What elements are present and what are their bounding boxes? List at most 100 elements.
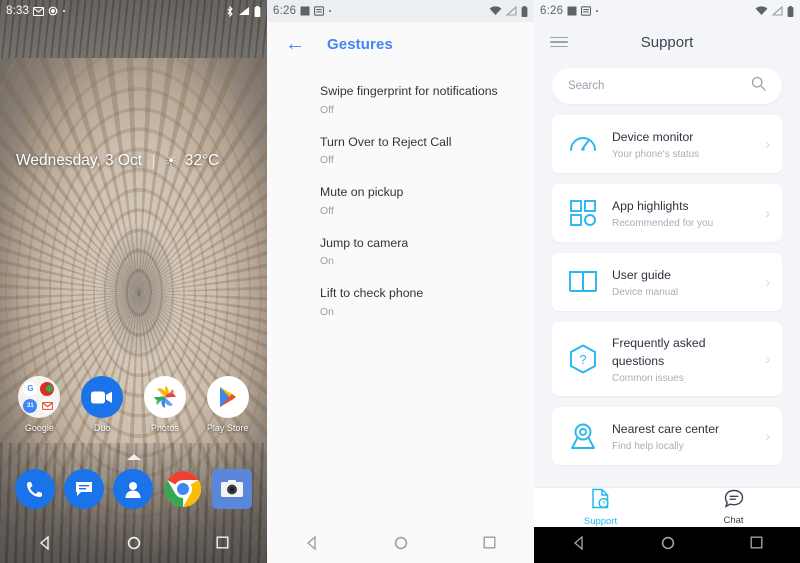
dock-icon-camera[interactable] — [212, 469, 253, 509]
gesture-title: Lift to check phone — [320, 286, 424, 301]
list-item[interactable]: Mute on pickup Off — [267, 175, 534, 226]
back-icon[interactable] — [305, 534, 319, 555]
gesture-state: Off — [320, 103, 334, 116]
back-icon[interactable] — [38, 534, 52, 555]
gesture-title: Swipe fingerprint for notifications — [320, 84, 498, 98]
chevron-right-icon: › — [765, 274, 770, 290]
status-time: 6:26 — [273, 5, 297, 17]
list-item[interactable]: Jump to camera On — [267, 226, 534, 277]
dock-icon-messages[interactable] — [64, 469, 105, 509]
gesture-state: Off — [320, 204, 334, 217]
app-label: Google — [24, 423, 54, 433]
gmail-icon — [33, 6, 45, 16]
gesture-state: On — [320, 255, 335, 268]
support-card-care-center[interactable]: Nearest care center Find help locally › — [552, 407, 782, 465]
card-subtitle: Recommended for you — [612, 218, 714, 229]
list-item[interactable]: Swipe fingerprint for notifications Off — [267, 74, 534, 125]
support-card-faq[interactable]: ? Frequently asked questions Common issu… — [552, 322, 782, 396]
app-icon-photos[interactable]: Photos — [136, 376, 194, 433]
map-pin-icon — [566, 419, 600, 453]
search-bar — [552, 68, 782, 104]
tab-chat[interactable]: Chat — [667, 488, 800, 527]
app-grid-icon — [566, 196, 600, 230]
gesture-title: Mute on pickup — [320, 185, 404, 200]
bluetooth-icon — [226, 5, 234, 17]
tab-label: Chat — [723, 515, 744, 526]
dock-icon-contacts[interactable] — [113, 469, 154, 509]
dock-icon-phone[interactable] — [14, 469, 55, 509]
battery-icon — [521, 5, 528, 17]
status-time: 6:26 — [540, 5, 564, 17]
more-dot-icon — [595, 9, 599, 13]
signal-icon — [238, 6, 250, 16]
battery-icon — [787, 5, 794, 17]
recents-icon[interactable] — [750, 536, 763, 554]
recents-icon[interactable] — [216, 536, 229, 554]
screenshot-icon — [567, 6, 577, 16]
card-subtitle: Device manual — [612, 287, 679, 298]
more-dot-icon — [328, 9, 332, 13]
recents-icon[interactable] — [483, 536, 496, 554]
gesture-title: Jump to camera — [320, 235, 409, 250]
app-label: Photos — [150, 423, 179, 433]
search-box[interactable] — [552, 68, 782, 104]
tab-label: Support — [583, 516, 618, 527]
card-subtitle: Find help locally — [612, 441, 684, 452]
card-title: User guide — [612, 268, 671, 282]
card-title: Nearest care center — [612, 422, 720, 436]
list-item[interactable]: Turn Over to Reject Call Off — [267, 125, 534, 176]
support-card-app-highlights[interactable]: App highlights Recommended for you › — [552, 184, 782, 242]
sun-icon: ☀ — [165, 153, 177, 168]
search-input[interactable] — [568, 80, 751, 92]
support-card-user-guide[interactable]: User guide Device manual › — [552, 253, 782, 311]
chevron-right-icon: › — [765, 205, 770, 221]
gestures-app-bar: ← Gestures — [267, 22, 534, 66]
page-title: Support — [640, 33, 694, 51]
app-drawer-chevron-up-icon[interactable] — [126, 454, 141, 460]
more-dot-icon — [62, 9, 66, 13]
signal-off-icon — [506, 6, 517, 16]
home-navigation-bar — [0, 527, 267, 563]
search-icon[interactable] — [751, 76, 766, 96]
wifi-icon — [489, 6, 502, 16]
support-doc-icon: ? — [591, 488, 610, 514]
card-subtitle: Common issues — [612, 373, 684, 384]
google-folder-icon: G 31 — [18, 376, 61, 418]
duo-icon — [81, 376, 124, 418]
chevron-right-icon: › — [765, 351, 770, 367]
hexagon-question-icon: ? — [566, 342, 600, 376]
tab-support[interactable]: ? Support — [534, 488, 667, 527]
home-status-bar: 8:33 — [0, 0, 267, 22]
gestures-navigation-bar — [267, 527, 534, 563]
card-title: Frequently asked questions — [612, 336, 706, 368]
sim-icon — [581, 6, 592, 16]
status-time: 8:33 — [6, 5, 30, 17]
back-arrow-icon[interactable]: ← — [285, 34, 305, 54]
card-title: Device monitor — [612, 130, 694, 144]
home-app-row: G 31 Google Duo Photos Play Store — [0, 376, 267, 433]
support-card-list: Device monitor Your phone's status › App… — [552, 115, 782, 487]
support-app-bar: Support — [534, 22, 800, 62]
app-icon-play-store[interactable]: Play Store — [199, 376, 257, 433]
panel-support-app: 6:26 Support Search Device monitor Your … — [534, 0, 800, 563]
widget-date: Wednesday, 3 Oct — [16, 152, 143, 169]
home-icon[interactable] — [394, 536, 408, 555]
support-status-bar: 6:26 — [534, 0, 800, 22]
gesture-title: Turn Over to Reject Call — [320, 134, 452, 149]
back-icon[interactable] — [572, 534, 586, 555]
app-label: Duo — [93, 423, 111, 433]
gauge-icon — [566, 127, 600, 161]
app-icon-duo[interactable]: Duo — [73, 376, 131, 433]
chevron-right-icon: › — [765, 428, 770, 444]
home-icon[interactable] — [661, 536, 675, 555]
list-item[interactable]: Lift to check phone On — [267, 276, 534, 327]
hamburger-menu-icon[interactable] — [550, 36, 568, 48]
dock-icon-chrome[interactable] — [163, 469, 203, 509]
support-card-device-monitor[interactable]: Device monitor Your phone's status › — [552, 115, 782, 173]
three-panel-screenshot: 8:33 Wednesday, 3 Oct ☀ 32°C G 31 Google… — [0, 0, 800, 563]
home-icon[interactable] — [127, 536, 141, 555]
card-title: App highlights — [612, 199, 689, 213]
app-icon-google[interactable]: G 31 Google — [10, 376, 68, 433]
chevron-right-icon: › — [765, 136, 770, 152]
date-weather-widget[interactable]: Wednesday, 3 Oct ☀ 32°C — [16, 152, 255, 170]
